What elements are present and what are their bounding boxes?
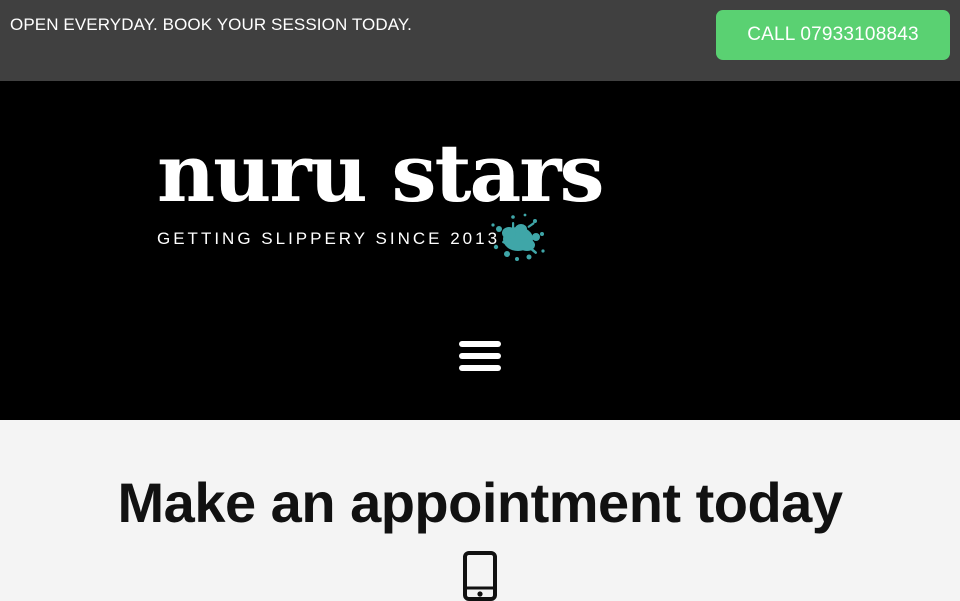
appointment-heading: Make an appointment today xyxy=(117,471,843,534)
mobile-phone-icon xyxy=(463,551,497,601)
site-logo[interactable]: nuru stars GETTING SLIPPERY SINCE 2013 xyxy=(157,125,637,275)
paint-splat-icon xyxy=(491,213,545,261)
main-content: Make an appointment today xyxy=(0,420,960,601)
brand-tagline: GETTING SLIPPERY SINCE 2013 xyxy=(157,229,501,248)
hamburger-menu-icon[interactable] xyxy=(457,339,503,373)
site-header: nuru stars GETTING SLIPPERY SINCE 2013 xyxy=(0,81,960,420)
announcement-text: OPEN EVERYDAY. BOOK YOUR SESSION TODAY. xyxy=(10,15,412,34)
top-bar: OPEN EVERYDAY. BOOK YOUR SESSION TODAY. … xyxy=(0,0,960,81)
call-button[interactable]: CALL 07933108843 xyxy=(716,10,950,60)
